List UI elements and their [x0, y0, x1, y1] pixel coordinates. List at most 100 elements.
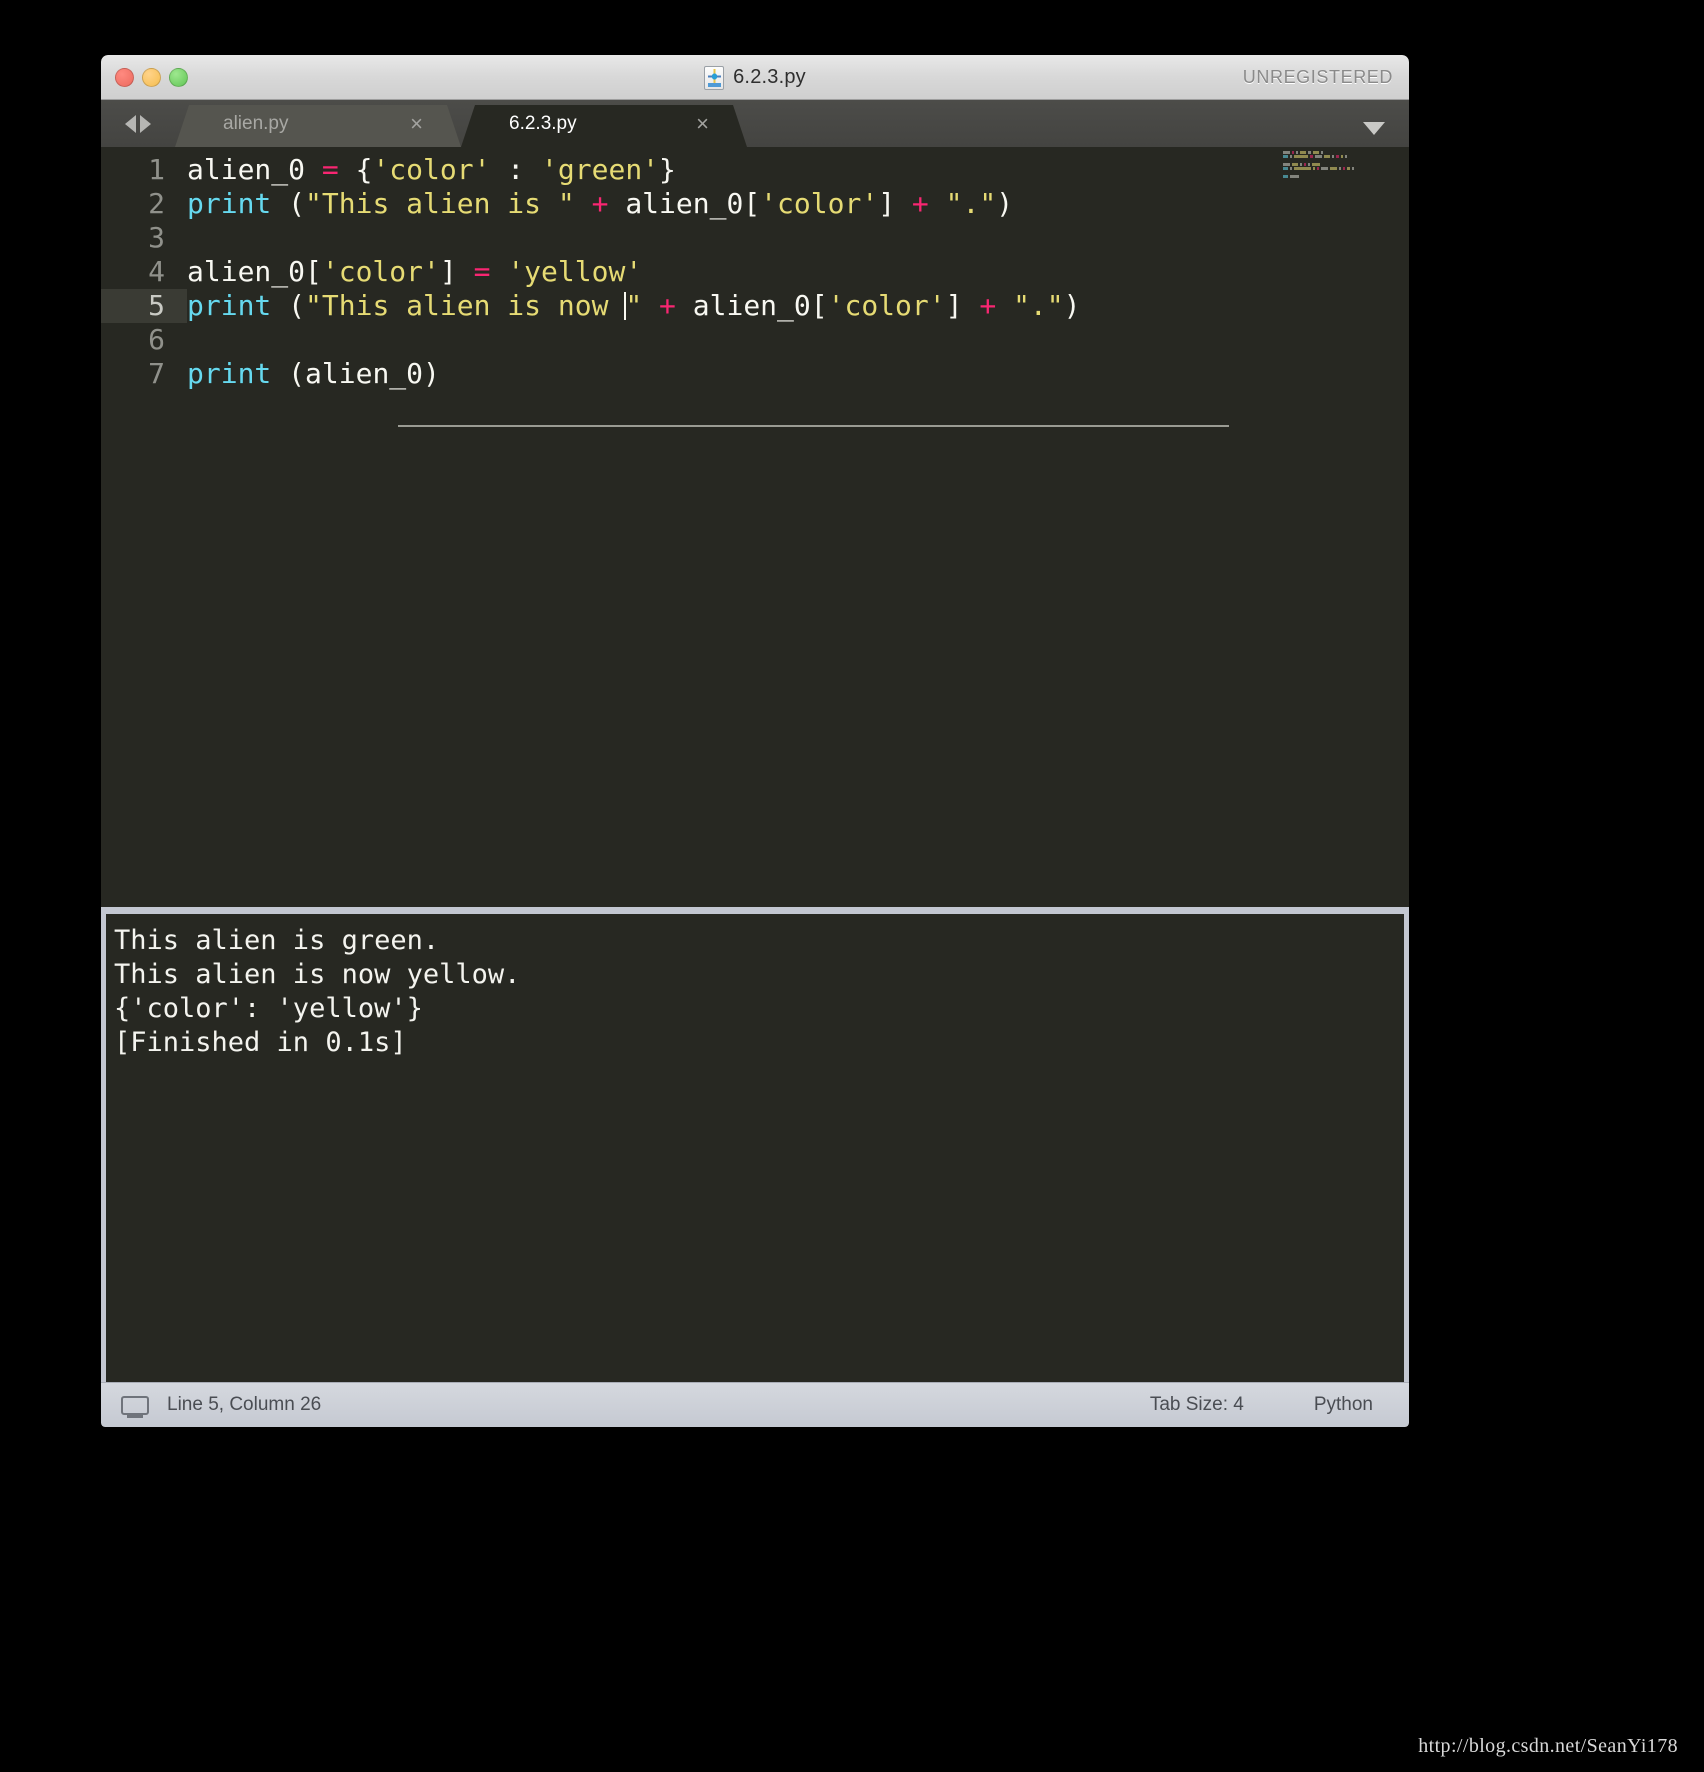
code-token: print — [187, 357, 272, 390]
minimap-segment — [1292, 163, 1299, 166]
code-line[interactable]: 4 alien_0['color'] = 'yellow' — [101, 255, 1409, 289]
tab-alien-py[interactable]: alien.py × — [175, 100, 461, 147]
code-token: alien_0 — [187, 153, 322, 186]
code-token: ] — [878, 187, 896, 220]
line-number: 7 — [148, 357, 165, 390]
close-icon[interactable]: × — [410, 112, 423, 135]
code-line[interactable]: 7 print (alien_0) — [101, 357, 1409, 391]
code-text: print (alien_0) — [187, 357, 440, 390]
minimap-segment — [1313, 151, 1320, 154]
code-line[interactable]: 2 print ("This alien is " + alien_0['colo… — [101, 187, 1409, 221]
minimap-segment — [1308, 163, 1311, 166]
minimap-segment — [1293, 155, 1308, 158]
tab-nav-arrows[interactable] — [101, 100, 175, 147]
code-token: (alien_0) — [271, 357, 440, 390]
window-title-group: 6.2.3.py — [101, 55, 1409, 100]
code-token: 'color' — [827, 289, 946, 322]
tab-label: 6.2.3.py — [509, 112, 577, 134]
code-text: alien_0['color'] = 'yellow' — [187, 255, 642, 288]
line-number: 6 — [148, 323, 165, 356]
minimap-segment — [1289, 175, 1299, 178]
code-token: "This alien is now — [305, 289, 626, 322]
code-token: alien_0[ — [625, 187, 761, 220]
minimap-segment — [1338, 167, 1341, 170]
editor-minimap[interactable] — [1283, 151, 1399, 181]
line-number: 3 — [148, 221, 165, 254]
code-token: ) — [996, 187, 1014, 220]
code-token: { — [338, 153, 373, 186]
minimap-segment — [1314, 155, 1322, 158]
minimap-segment — [1336, 155, 1339, 158]
minimap-segment — [1283, 151, 1291, 154]
code-token: 'yellow' — [507, 255, 643, 288]
code-token: print — [187, 187, 272, 220]
code-token: ) — [1063, 289, 1081, 322]
close-icon[interactable]: × — [696, 112, 709, 135]
window-title: 6.2.3.py — [733, 66, 806, 88]
code-token: 'color' — [372, 153, 491, 186]
minimap-line — [1283, 159, 1399, 162]
minimap-segment — [1300, 163, 1303, 166]
minimap-segment — [1347, 167, 1351, 170]
minimap-segment — [1300, 151, 1307, 154]
code-token: ( — [271, 187, 306, 220]
code-token: } — [659, 153, 676, 186]
line-number: 2 — [148, 187, 165, 220]
sublime-text-window: 6.2.3.py UNREGISTERED alien.py × 6.2.3.p… — [101, 55, 1409, 1427]
code-token: "." — [945, 187, 997, 220]
console-output: This alien is green. This alien is now y… — [114, 925, 521, 1058]
cursor-position-label[interactable]: Line 5, Column 26 — [167, 1394, 321, 1416]
tab-label: alien.py — [223, 112, 289, 134]
code-text: print ("This alien is " + alien_0['color… — [187, 187, 1013, 220]
console-separator[interactable] — [101, 907, 1409, 914]
build-output-panel[interactable]: This alien is green. This alien is now y… — [101, 914, 1409, 1382]
minimap-segment — [1321, 167, 1329, 170]
code-token: + — [642, 289, 693, 322]
code-text: alien_0 = {'color' : 'green'} — [187, 153, 676, 186]
minimap-line — [1283, 163, 1399, 166]
minimap-line — [1283, 171, 1399, 174]
code-token: alien_0[ — [187, 255, 322, 288]
tab-6-2-3-py[interactable]: 6.2.3.py × — [461, 100, 747, 147]
code-line[interactable]: 6 — [101, 323, 1409, 357]
triangle-left-icon[interactable] — [125, 114, 136, 133]
code-token: alien_0[ — [692, 289, 828, 322]
minimap-segment — [1293, 167, 1311, 170]
code-token: "." — [1013, 289, 1064, 322]
status-bar: Line 5, Column 26 Tab Size: 4 Python — [101, 1382, 1409, 1427]
code-editor[interactable]: 1 alien_0 = {'color' : 'green'} 2 print ("T… — [101, 147, 1409, 907]
minimap-segment — [1342, 167, 1346, 170]
triangle-right-icon[interactable] — [140, 114, 151, 133]
minimap-line — [1283, 167, 1399, 170]
code-token: " — [625, 289, 643, 322]
minimap-segment — [1283, 167, 1288, 170]
document-icon — [704, 65, 725, 90]
code-line[interactable]: 1 alien_0 = {'color' : 'green'} — [101, 153, 1409, 187]
tab-bar: alien.py × 6.2.3.py × — [101, 100, 1409, 147]
minimap-line — [1283, 155, 1399, 158]
minimap-segment — [1283, 155, 1288, 158]
tab-size-label[interactable]: Tab Size: 4 — [1150, 1394, 1244, 1416]
minimap-segment — [1304, 163, 1307, 166]
minimap-segment — [1296, 151, 1299, 154]
code-line[interactable]: 3 — [101, 221, 1409, 255]
line-number: 4 — [148, 255, 165, 288]
chevron-down-icon[interactable] — [1363, 122, 1385, 135]
code-token: "This alien is " — [305, 187, 575, 220]
minimap-segment — [1308, 151, 1312, 154]
line-number: 5 — [148, 289, 165, 322]
language-mode-label[interactable]: Python — [1314, 1394, 1373, 1416]
code-token: : — [490, 153, 542, 186]
code-line[interactable]: 5 print ("This alien is now " + alien_0['… — [101, 289, 1409, 323]
line-number: 1 — [148, 153, 165, 186]
code-lines: 1 alien_0 = {'color' : 'green'} 2 print ("T… — [101, 153, 1409, 391]
minimap-segment — [1340, 155, 1344, 158]
console-panel-icon[interactable] — [121, 1395, 149, 1418]
minimap-segment — [1292, 151, 1295, 154]
watermark-text: http://blog.csdn.net/SeanYi178 — [1418, 1735, 1678, 1757]
minimap-segment — [1289, 167, 1292, 170]
bracket-match-underline — [398, 425, 1229, 427]
minimap-segment — [1289, 155, 1292, 158]
minimap-segment — [1283, 175, 1288, 178]
